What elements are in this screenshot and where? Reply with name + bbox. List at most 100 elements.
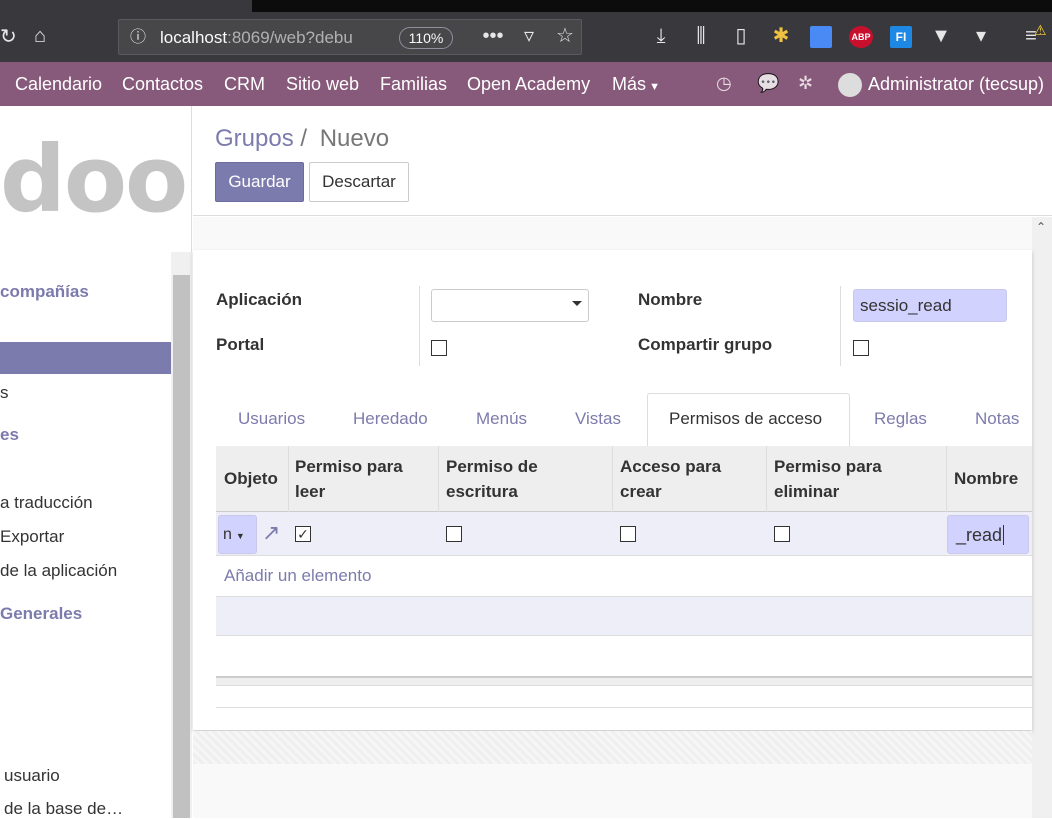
nav-item-calendario[interactable]: Calendario: [15, 74, 102, 94]
zoom-level-badge[interactable]: 110%: [399, 27, 453, 49]
odoo-logo: doo: [0, 126, 188, 233]
column-header-read-line2: leer: [295, 482, 326, 501]
perm-read-checkbox[interactable]: [295, 526, 311, 542]
column-header-nombre[interactable]: Nombre: [954, 466, 1018, 491]
portal-label: Portal: [216, 335, 265, 354]
library-icon[interactable]: ⫼: [688, 24, 714, 48]
column-header-write-line1: Permiso de: [446, 457, 538, 476]
nav-item-crm[interactable]: CRM: [224, 74, 265, 94]
sidebar-item-s[interactable]: s: [0, 383, 9, 403]
info-icon[interactable]: ⓘ: [128, 26, 148, 50]
chatter-placeholder: [193, 731, 1032, 764]
application-label: Aplicación: [216, 290, 302, 309]
portal-checkbox[interactable]: [431, 340, 447, 356]
chevron-down-icon: [572, 301, 582, 306]
sidebar-item-generales[interactable]: Generales: [0, 604, 82, 624]
share-group-checkbox[interactable]: [853, 340, 869, 356]
field-separator: [419, 286, 420, 366]
object-select-value: n: [223, 526, 232, 543]
perm-create-checkbox[interactable]: [620, 526, 636, 542]
save-button[interactable]: Guardar: [215, 162, 304, 202]
group-name-input[interactable]: sessio_read: [853, 289, 1007, 322]
breadcrumb-parent[interactable]: Grupos: [215, 125, 294, 152]
downloads-icon[interactable]: ⤓: [648, 24, 674, 48]
sidebar-item-companias[interactable]: compañías: [0, 282, 89, 302]
nav-item-sitio-web[interactable]: Sitio web: [286, 74, 359, 94]
main-scrollbar[interactable]: [1032, 217, 1052, 818]
sidebar-toggle-icon[interactable]: ▯: [728, 24, 754, 48]
extension-icon[interactable]: ✱: [768, 24, 794, 48]
breadcrumb-separator: /: [300, 125, 308, 152]
nav-item-mas-label: Más: [612, 74, 647, 94]
avatar[interactable]: [838, 73, 862, 97]
sidebar-item-aplicacion[interactable]: de la aplicación: [0, 561, 117, 581]
page-actions-icon[interactable]: •••: [480, 24, 506, 48]
warning-icon: ⚠: [1034, 22, 1047, 38]
tab-usuarios[interactable]: Usuarios: [238, 409, 305, 429]
column-header-objeto[interactable]: Objeto: [224, 466, 278, 491]
sidebar-item-exportar[interactable]: Exportar: [0, 527, 64, 547]
caret-down-icon: ▼: [646, 81, 660, 93]
activity-clock-icon[interactable]: ◷: [716, 73, 732, 94]
sidebar-item-base-de-datos[interactable]: de la base de…: [4, 799, 123, 819]
table-footer-divider: [216, 707, 1032, 708]
sidebar-item-traduccion[interactable]: a traducción: [0, 493, 93, 513]
discuss-chat-icon[interactable]: 💬: [757, 73, 779, 94]
url-text[interactable]: localhost:8069/web?debu: [160, 28, 353, 48]
chevron-down-icon: ▼: [235, 531, 245, 541]
access-name-value: _read: [956, 525, 1003, 545]
vue-devtools-icon[interactable]: ▼: [928, 24, 954, 48]
column-header-create[interactable]: Acceso para crear: [620, 454, 721, 504]
perm-write-checkbox[interactable]: [446, 526, 462, 542]
access-name-input[interactable]: _read: [947, 515, 1029, 554]
sidebar-item-usuario[interactable]: usuario: [4, 766, 60, 786]
main-scroll-up-icon[interactable]: ⌃: [1036, 220, 1046, 234]
discard-button[interactable]: Descartar: [309, 162, 409, 202]
pocket-icon[interactable]: ▿: [516, 24, 542, 48]
application-select[interactable]: [431, 289, 589, 322]
translate-extension-icon[interactable]: [810, 26, 832, 48]
fi-extension-icon[interactable]: FI: [890, 26, 912, 48]
home-icon[interactable]: ⌂: [28, 24, 52, 48]
url-path: :8069/web?debu: [227, 28, 353, 47]
breadcrumb: Grupos / Nuevo: [215, 125, 389, 153]
debug-bug-icon[interactable]: ✲: [798, 73, 813, 94]
column-header-unlink-line1: Permiso para: [774, 457, 882, 476]
external-link-icon[interactable]: ↗: [262, 520, 280, 546]
column-header-create-line1: Acceso para: [620, 457, 722, 476]
sidebar-item-es[interactable]: es: [0, 425, 19, 445]
nav-item-mas[interactable]: Más ▼: [612, 74, 660, 97]
text-cursor: [1003, 525, 1005, 545]
tab-reglas[interactable]: Reglas: [874, 409, 927, 429]
tab-notas[interactable]: Notas: [975, 409, 1019, 429]
field-separator: [840, 286, 841, 366]
column-header-unlink-line2: eliminar: [774, 482, 840, 501]
object-select[interactable]: n ▼: [218, 515, 257, 554]
share-group-label: Compartir grupo: [638, 335, 773, 354]
user-menu[interactable]: Administrator (tecsup): [868, 74, 1044, 94]
sidebar-item-active[interactable]: [0, 342, 171, 374]
perm-unlink-checkbox[interactable]: [774, 526, 790, 542]
column-header-read[interactable]: Permiso para leer: [295, 454, 403, 504]
sidebar-scroll-thumb[interactable]: [173, 275, 190, 818]
bookmark-star-icon[interactable]: ☆: [552, 24, 578, 48]
table-row-empty: [216, 596, 1032, 636]
tab-vistas[interactable]: Vistas: [575, 409, 621, 429]
nav-item-familias[interactable]: Familias: [380, 74, 447, 94]
group-name-value: sessio_read: [860, 296, 952, 315]
name-label: Nombre: [638, 290, 703, 309]
adblock-icon[interactable]: ABP: [849, 26, 873, 48]
tab-heredado[interactable]: Heredado: [353, 409, 428, 429]
url-host: localhost: [160, 28, 228, 47]
add-line-link[interactable]: Añadir un elemento: [224, 566, 371, 586]
nav-item-open-academy[interactable]: Open Academy: [467, 74, 590, 94]
nav-item-contactos[interactable]: Contactos: [122, 74, 203, 94]
breadcrumb-current: Nuevo: [319, 125, 390, 152]
vue-extension-icon[interactable]: ▾: [968, 24, 994, 48]
column-header-create-line2: crear: [620, 482, 662, 501]
tab-permisos-de-acceso[interactable]: Permisos de acceso: [669, 409, 822, 429]
column-header-write[interactable]: Permiso de escritura: [446, 454, 538, 504]
reload-icon[interactable]: ↻: [0, 25, 17, 49]
tab-menus[interactable]: Menús: [476, 409, 527, 429]
column-header-unlink[interactable]: Permiso para eliminar: [774, 454, 882, 504]
